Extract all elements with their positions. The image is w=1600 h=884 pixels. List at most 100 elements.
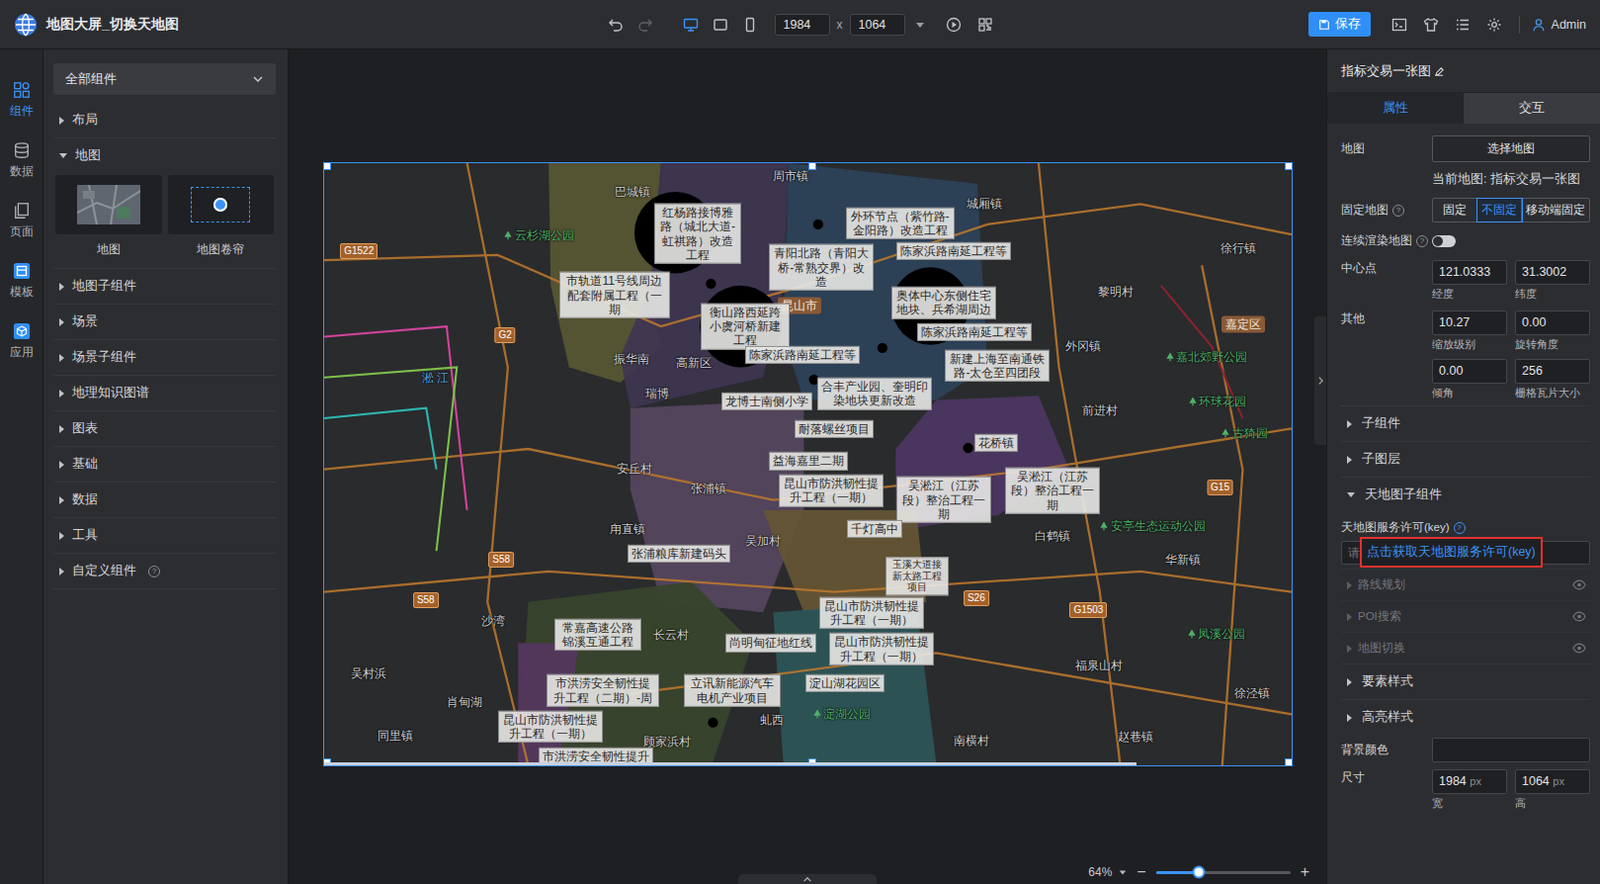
zoom-out-button[interactable]: − [1133,863,1149,880]
project-label[interactable]: 昆山市防洪韧性提升工程（一期） [778,474,884,506]
canvas-height-input[interactable]: 1064 [849,13,906,36]
group-header[interactable]: 地图子组件 [53,268,276,304]
rail-item[interactable]: 页面 [0,201,43,241]
project-label[interactable]: 玉溪大道接新太路工程项目 [885,556,949,595]
group-header[interactable]: 地理知识图谱 [53,375,276,411]
zoom-dropdown-icon[interactable] [1118,867,1127,876]
project-label[interactable]: 吴淞江（江苏段）整治工程一期 [1005,467,1100,513]
resize-handle[interactable] [808,163,817,170]
size-preset-chevron-icon[interactable] [915,19,926,30]
project-label[interactable]: 千灯高中 [846,519,903,538]
project-label[interactable]: 红杨路接博雅路（城北大道-虹祺路）改造工程 [654,203,742,264]
project-label[interactable]: 奥体中心东侧住宅地块、兵希湖周边 [891,286,997,319]
group-header[interactable]: 自定义组件? [53,553,276,589]
resize-handle[interactable] [324,163,332,170]
sub-component-row[interactable]: 地图切换 [1341,631,1591,664]
bottom-drawer-tab[interactable] [738,873,877,884]
preview-button[interactable] [940,11,967,38]
group-header[interactable]: 工具 [53,517,276,553]
group-header[interactable]: 场景 [53,304,276,339]
resize-handle[interactable] [1284,757,1292,765]
project-label[interactable]: 花桥镇 [974,432,1018,451]
number-input[interactable]: 10.27 [1431,310,1508,336]
desktop-view-button[interactable] [677,11,704,38]
redo-button[interactable] [632,11,659,38]
phone-view-button[interactable] [737,11,763,38]
section-header[interactable]: 要素样式 [1341,663,1591,699]
project-label[interactable]: 淀山湖花园区 [805,673,885,691]
section-header[interactable]: 子图层 [1341,440,1591,477]
project-label[interactable]: 尚明甸征地红线 [725,633,817,652]
project-label[interactable]: 陈家浜路南延工程等 [917,323,1032,341]
help-icon[interactable]: ? [1392,204,1405,217]
number-input[interactable]: 256 [1515,358,1591,384]
size-input[interactable]: 1984 px [1431,768,1508,794]
eye-icon[interactable] [1572,610,1587,622]
help-icon[interactable]: ? [148,565,161,578]
group-header[interactable]: 图表 [53,411,276,446]
property-tab[interactable]: 属性 [1327,92,1464,124]
get-key-link[interactable]: 点击获取天地图服务许可(key) [1359,536,1543,568]
settings-button[interactable] [1481,11,1508,38]
map-component[interactable]: G1522G2G15S26G1503S58S58 巴城镇 周市镇 城厢镇 徐行镇… [324,163,1292,765]
help-icon[interactable]: ? [1416,235,1429,248]
project-label[interactable]: 耐落螺丝项目 [794,420,874,438]
eye-icon[interactable] [1572,642,1587,654]
group-header[interactable]: 数据 [53,482,276,517]
project-label[interactable]: 昆山市防洪韧性提升工程（一期） [498,710,603,743]
number-input[interactable]: 31.3002 [1515,259,1591,285]
sub-component-row[interactable]: 路线规划 [1341,568,1591,600]
tianditu-key-input[interactable]: 请点击获取天地图服务许可(key) [1341,540,1591,565]
zoom-slider-thumb[interactable] [1192,865,1206,879]
sub-component-row[interactable]: POI搜索 [1341,599,1591,632]
project-label[interactable]: 陈家浜路南延工程等 [745,345,860,364]
segment-option[interactable]: 固定 [1432,198,1478,222]
project-label[interactable]: 市洪涝安全韧性提升工程（二期）-周 [546,673,660,706]
zoom-slider[interactable] [1156,870,1291,874]
project-label[interactable]: 立讯新能源汽车电机产业项目 [683,673,781,706]
qrcode-button[interactable] [972,11,999,38]
save-button[interactable]: 保存 [1308,11,1371,37]
background-color-input[interactable] [1431,737,1591,762]
group-header[interactable]: 地图 [53,138,276,173]
section-header[interactable]: 高亮样式 [1341,698,1591,735]
choose-map-button[interactable]: 选择地图 [1431,135,1591,163]
component-card[interactable]: 地图卷帘 [168,174,275,258]
map-scrollbar[interactable] [324,761,1137,765]
theme-button[interactable] [1418,11,1444,38]
help-icon[interactable]: ? [1453,521,1466,534]
project-label[interactable]: 衡山路西延跨小虞河桥新建工程 [700,303,790,349]
panel-collapse-tab[interactable] [1314,316,1327,445]
number-input[interactable]: 121.0333 [1431,259,1508,285]
resize-handle[interactable] [1284,163,1292,170]
rail-item[interactable]: 模板 [0,261,43,301]
section-header[interactable]: 天地图子组件 [1341,476,1591,512]
user-menu[interactable]: Admin [1531,17,1589,32]
number-input[interactable]: 0.00 [1515,310,1591,336]
undo-button[interactable] [602,11,629,38]
property-tab[interactable]: 交互 [1463,92,1600,124]
project-label[interactable]: 市轨道11号线周边配套附属工程（一期 [559,271,671,318]
project-label[interactable]: 昆山市防洪韧性提升工程（一期） [819,596,925,629]
size-input[interactable]: 1064 px [1515,768,1591,794]
project-label[interactable]: 外环节点（紫竹路-金阳路）改造工程 [845,207,955,240]
group-header[interactable]: 基础 [53,446,276,482]
project-label[interactable]: 合丰产业园、奎明印染地块更新改造 [817,377,932,410]
rail-item[interactable]: 组件 [0,81,43,120]
layers-list-button[interactable] [1449,11,1476,38]
rail-item[interactable]: 数据 [0,141,43,180]
segment-option[interactable]: 不固定 [1477,198,1522,222]
number-input[interactable]: 0.00 [1431,358,1508,384]
tablet-view-button[interactable] [707,11,734,38]
group-header[interactable]: 布局 [53,102,276,138]
project-label[interactable]: 龙博士南侧小学 [721,391,813,410]
group-header[interactable]: 场景子组件 [53,339,276,375]
project-label[interactable]: 陈家浜路南延工程等 [896,242,1011,260]
project-label[interactable]: 新建上海至南通铁路-太仓至四团段 [944,348,1050,381]
project-label[interactable]: 益海嘉里二期 [768,451,848,470]
zoom-reading[interactable]: 64% [1088,864,1112,879]
component-filter-select[interactable]: 全部组件 [53,63,276,95]
continuous-render-toggle[interactable] [1431,235,1456,248]
component-name[interactable]: 指标交易一张图 [1327,49,1600,93]
project-label[interactable]: 吴淞江（江苏段）整治工程一期 [896,476,992,522]
